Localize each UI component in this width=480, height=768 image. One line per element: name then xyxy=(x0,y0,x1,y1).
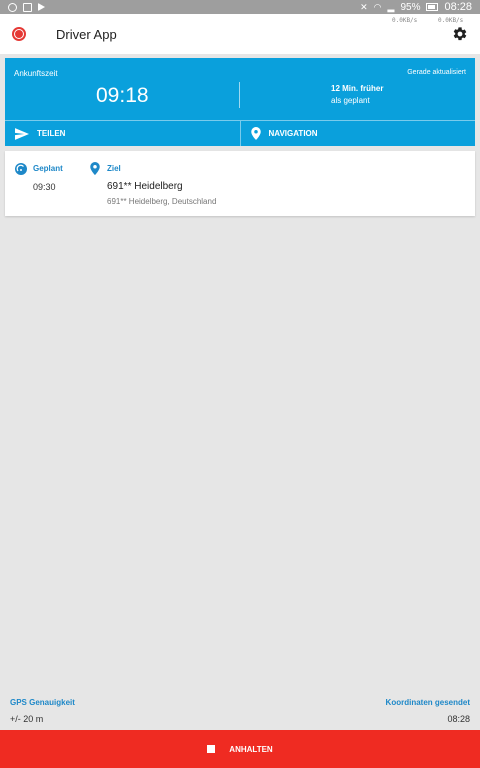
location-pin-icon xyxy=(90,162,100,175)
stop-label: ANHALTEN xyxy=(229,744,273,754)
arrival-difference-sub: als geplant xyxy=(331,96,370,105)
divider xyxy=(239,82,240,108)
gps-accuracy-label: GPS Genauigkeit xyxy=(10,698,75,707)
share-label: TEILEN xyxy=(37,129,66,138)
navigation-label: NAVIGATION xyxy=(268,129,318,138)
planned-time: 09:30 xyxy=(33,182,56,192)
share-button[interactable]: TEILEN xyxy=(5,121,240,146)
send-icon xyxy=(15,127,29,140)
play-store-icon xyxy=(38,3,45,11)
signal-icon: ▂ xyxy=(387,1,395,12)
destination-label: Ziel xyxy=(107,164,121,173)
battery-percent: 95% xyxy=(400,1,421,13)
recording-indicator-icon xyxy=(12,27,26,41)
destination-address: 691** Heidelberg xyxy=(107,181,183,192)
image-icon xyxy=(23,2,32,12)
arrival-time: 09:18 xyxy=(96,84,149,107)
mute-icon: ✕ xyxy=(360,1,368,12)
arrival-difference: 12 Min. früher xyxy=(331,84,384,93)
app-bar: Driver App 0.0KB/s 0.0KB/s xyxy=(0,14,480,54)
gear-icon[interactable] xyxy=(452,26,468,42)
update-status: Gerade aktualisiert xyxy=(407,69,466,76)
location-pin-icon xyxy=(250,127,261,140)
net-down-speed: 0.0KB/s xyxy=(392,17,418,24)
arrival-label: Ankunftszeit xyxy=(14,69,58,78)
arrival-card: Ankunftszeit Gerade aktualisiert 09:18 1… xyxy=(5,58,475,146)
stop-card[interactable]: Geplant Ziel 09:30 691** Heidelberg 691*… xyxy=(5,151,475,216)
net-up-speed: 0.0KB/s xyxy=(438,17,464,24)
stop-tracking-button[interactable]: ANHALTEN xyxy=(0,730,480,768)
gps-accuracy-value: +/- 20 m xyxy=(10,714,44,724)
app-title: Driver App xyxy=(56,26,117,42)
status-bar: ✕ ◠ ▂ 95% 08:28 xyxy=(0,0,480,14)
speedometer-icon xyxy=(15,163,27,175)
arrival-actions: TEILEN NAVIGATION xyxy=(5,120,475,146)
coordinates-sent-time: 08:28 xyxy=(447,714,470,724)
wifi-icon: ◠ xyxy=(373,1,382,12)
stop-icon xyxy=(207,745,216,753)
battery-icon xyxy=(426,3,439,11)
status-time: 08:28 xyxy=(444,1,472,13)
notification-icon xyxy=(8,2,17,12)
navigation-button[interactable]: NAVIGATION xyxy=(239,121,476,146)
coordinates-sent-label: Koordinaten gesendet xyxy=(385,698,470,707)
planned-label: Geplant xyxy=(33,164,63,173)
destination-address-full: 691** Heidelberg, Deutschland xyxy=(107,197,217,206)
